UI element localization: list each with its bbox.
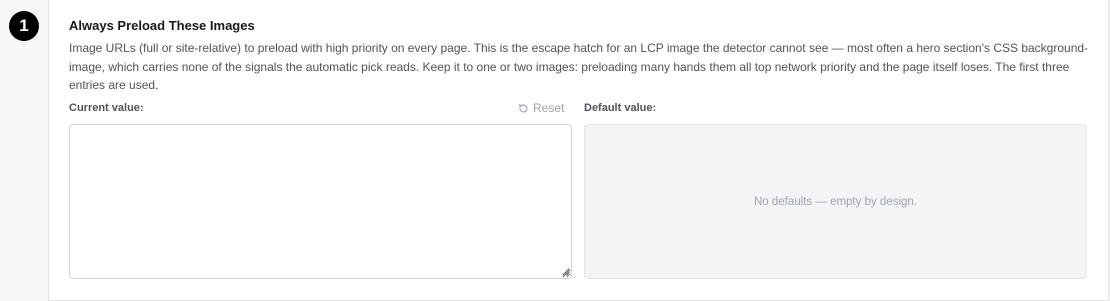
current-value-textarea[interactable] <box>69 124 572 279</box>
step-number-badge: 1 <box>9 11 39 41</box>
setting-description: Image URLs (full or site-relative) to pr… <box>69 41 1089 92</box>
current-value-label: Current value: <box>69 102 144 114</box>
reset-icon <box>518 103 528 112</box>
resize-grip-icon[interactable] <box>561 267 570 276</box>
default-value-box: No defaults — empty by design. <box>584 124 1087 279</box>
step-number: 1 <box>19 16 29 35</box>
default-value-text: No defaults — empty by design. <box>754 195 917 208</box>
setting-title: Always Preload These Images <box>69 18 255 33</box>
default-value-label: Default value: <box>584 102 657 114</box>
reset-label: Reset <box>533 101 565 115</box>
setting-card: Always Preload These Images Image URLs (… <box>48 0 1109 301</box>
reset-button[interactable]: Reset <box>518 101 564 115</box>
